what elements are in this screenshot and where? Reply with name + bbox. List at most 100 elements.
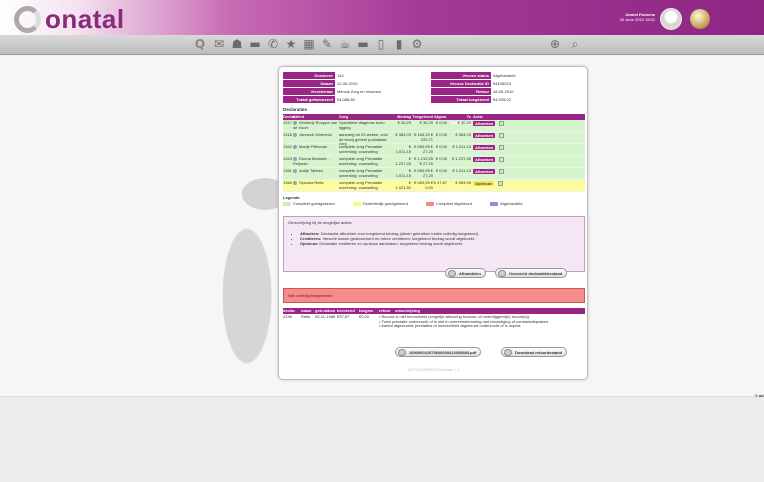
retour-berekend: €37,87: [337, 314, 350, 319]
cell-zorg: complete zorg Prenatale screening: couns…: [339, 168, 383, 178]
chat-icon[interactable]: ☗: [230, 37, 244, 51]
cell-client[interactable]: Kimberly Rouppe van de Voort: [293, 120, 339, 131]
client-icon: [293, 145, 297, 149]
cell-actie: Afboeken: [471, 145, 511, 155]
cell-client[interactable]: Donna Mostard - Reijman: [293, 156, 339, 167]
info-text: Declaratie crediteren en opnieuw aanmake…: [319, 241, 463, 246]
cell-zorg: complete zorg Prenatale screening: couns…: [339, 156, 383, 166]
summary-label: Vecozo status: [431, 72, 491, 79]
actions-info-box: Omschrijving bij de mogelijke acties: Af…: [283, 216, 585, 272]
settings-icon[interactable]: ⚙: [410, 37, 424, 51]
info-intro: Omschrijving bij de mogelijke acties:: [288, 220, 353, 225]
dash-icon[interactable]: ▬: [356, 37, 370, 51]
cell-toegekend: € 983,95 € 27,20: [414, 168, 433, 178]
info-list: Afboeken: Declaratie afboeken voor toege…: [288, 231, 580, 246]
cell-bedrag: € 30,29: [397, 120, 411, 125]
legend-item: Afgehandeld: [490, 201, 522, 206]
section-title: Declaraties: [283, 107, 308, 112]
cell-te-ontvangen: € 1.011,15: [452, 168, 471, 173]
pdf-download-button[interactable]: 100000022575600000413005583.pdf: [395, 347, 482, 357]
search-icon[interactable]: Q: [193, 37, 207, 51]
afhandelen-button[interactable]: Afhandelen: [445, 268, 486, 278]
summary-vecozo-status: Vecozo status Afgehandeld: [431, 72, 515, 79]
action-button[interactable]: Afboeken: [473, 121, 496, 126]
info-term: Opnieuw:: [300, 241, 319, 246]
globe-icon[interactable]: [690, 9, 710, 29]
column-header: Actie: [473, 114, 483, 119]
app-logo[interactable]: onatal: [14, 4, 125, 34]
mail-icon[interactable]: ✉: [212, 37, 226, 51]
table-row: 1342 Marije Pillevoan complete zorg Prenat…: [283, 144, 585, 156]
cell-te-ontvangen: € 384,03: [455, 132, 471, 137]
star-icon[interactable]: ★: [284, 37, 298, 51]
detail-icon[interactable]: [497, 181, 503, 187]
detail-icon[interactable]: [499, 169, 505, 175]
cell-toegekend: € 983,95 € 0,00: [414, 180, 433, 190]
pencil-icon[interactable]: ✎: [320, 37, 334, 51]
detail-icon[interactable]: [499, 145, 505, 151]
legend-title: Legenda: [283, 195, 300, 200]
cell-dec: 1344: [283, 156, 292, 161]
cell-client[interactable]: Janneck Verbeeck: [293, 132, 339, 143]
cell-te-ontvangen: € 983,95: [455, 180, 471, 185]
coffee-icon[interactable]: ☕: [338, 37, 352, 51]
calendar-icon[interactable]: ▦: [302, 37, 316, 51]
cell-bedrag: € 1.237,45: [395, 156, 411, 166]
cell-dec: 1318: [283, 132, 292, 137]
legend-label: Gedeeltelijk goedgekeurd: [362, 201, 408, 206]
battery-icon[interactable]: ▯: [374, 37, 388, 51]
cell-client[interactable]: Sylvana Reits: [293, 180, 339, 191]
cell-client[interactable]: Aukje Tabben: [293, 168, 339, 179]
download-icon: [504, 349, 512, 356]
cell-dec: 1342: [283, 144, 292, 149]
download-icon: [398, 349, 406, 356]
cell-zorg: complete zorg Prenatale screening: couns…: [339, 144, 383, 154]
cell-zorg: aanvang tot 20 weken, vóór de tenzij geh…: [339, 132, 389, 146]
download-label: Download retourbestand: [515, 350, 563, 355]
user-avatar-icon[interactable]: [660, 8, 682, 30]
cell-dec: 1351: [283, 168, 292, 173]
legend-label: Afgehandeld: [500, 201, 523, 206]
cell-afgewezen: € 0,00: [435, 144, 447, 149]
tools-icon[interactable]: ✆: [266, 37, 280, 51]
add-icon[interactable]: ⊕: [548, 37, 562, 51]
action-button[interactable]: Afboeken: [473, 133, 496, 138]
action-button[interactable]: Opnieuw: [473, 181, 494, 186]
cell-bedrag: € 1.011,15: [395, 168, 411, 178]
info-item: Opnieuw: Declaratie crediteren en opnieu…: [300, 241, 580, 246]
action-button[interactable]: Afboeken: [473, 157, 496, 162]
action-button[interactable]: Afboeken: [473, 169, 496, 174]
action-button[interactable]: Afboeken: [473, 145, 496, 150]
cell-bedrag: € 1.011,15: [395, 144, 411, 154]
logo-q-mark: [14, 5, 41, 33]
client-name: Sylvana Reits: [299, 180, 324, 186]
legend-swatch: [490, 201, 498, 206]
detail-icon[interactable]: [499, 121, 505, 127]
summary-value: Afgehandeld: [493, 73, 516, 78]
table-row: 1317 Kimberly Rouppe van de Voort Specifie…: [283, 120, 585, 132]
cell-actie: Afboeken: [471, 169, 511, 179]
legend-item: Compleet afgekeurd: [425, 201, 472, 206]
declaration-card: Dossiernr 144 Datum 12-06-2010 Verzekera…: [278, 66, 588, 380]
bar-chart-icon[interactable]: ▮: [392, 37, 406, 51]
cell-zorg: Specifieke diagnose echo ligging: [339, 120, 385, 130]
cell-toegekend: € 163,32 € 220,71: [414, 132, 433, 142]
retour-dec: 2246: [283, 314, 292, 319]
cell-client[interactable]: Marije Pillevoan: [293, 144, 339, 155]
retour-naam: Reits: [301, 314, 311, 319]
download-retour-button[interactable]: Download retourbestand: [501, 347, 568, 357]
client-icon: [293, 181, 297, 185]
table-row: 1366 Sylvana Reits complete zorg Prenatale…: [283, 180, 585, 192]
minus-icon[interactable]: ▬: [248, 37, 262, 51]
edge-label: © ad: [755, 393, 764, 398]
magnifier-icon[interactable]: ⌕: [568, 37, 582, 51]
cell-afgewezen: € 0,00: [435, 156, 447, 161]
detail-icon[interactable]: [499, 157, 505, 163]
bottom-band: [0, 396, 764, 482]
user-info: Jeanet Fassens 30 June 2010 15:51: [600, 12, 655, 22]
overzicht-button[interactable]: Overzicht declaratiebestand: [495, 268, 568, 278]
summary-label: Dossiernr: [283, 72, 335, 79]
detail-icon[interactable]: [499, 133, 505, 139]
cell-afgewezen: € 0,00: [435, 132, 447, 137]
retour-table: declar. naam geb.datum berekend toegew. …: [283, 308, 585, 330]
